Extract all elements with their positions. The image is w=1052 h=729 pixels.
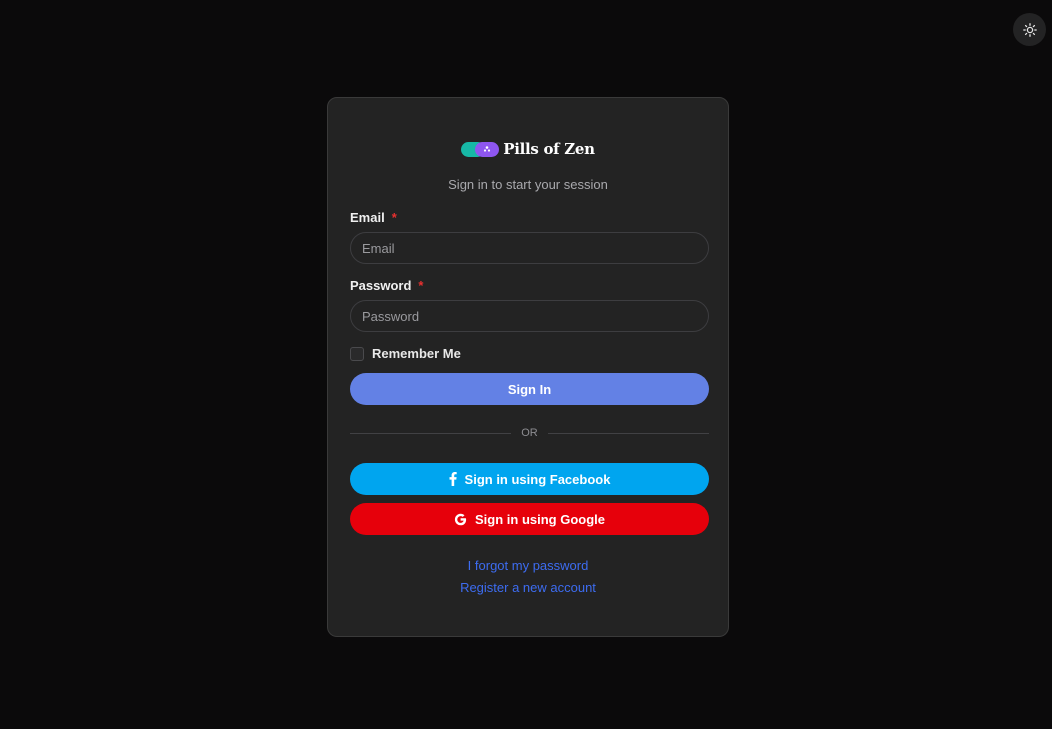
password-label-text: Password	[350, 278, 412, 293]
facebook-signin-label: Sign in using Facebook	[464, 471, 611, 487]
email-required-marker: *	[391, 210, 397, 225]
pills-logo-icon	[461, 141, 500, 157]
facebook-icon	[449, 472, 457, 486]
theme-toggle-button[interactable]	[1013, 13, 1046, 46]
divider-text: OR	[521, 427, 538, 439]
sign-in-label: Sign In	[507, 381, 552, 397]
brand-logo: Pills of Zen	[328, 140, 728, 158]
forgot-password-link[interactable]: I forgot my password	[328, 558, 728, 573]
or-divider: OR	[350, 427, 709, 439]
remember-me-checkbox[interactable]	[350, 346, 364, 361]
password-input[interactable]	[350, 300, 709, 332]
register-link[interactable]: Register a new account	[328, 580, 728, 595]
login-card: Pills of Zen Sign in to start your sessi…	[327, 97, 729, 637]
sign-in-button[interactable]: Sign In	[350, 373, 709, 405]
google-icon	[454, 513, 467, 525]
email-label-text: Email	[350, 210, 385, 225]
google-signin-label: Sign in using Google	[475, 511, 605, 527]
google-signin-button[interactable]: Sign in using Google	[350, 503, 709, 535]
password-required-marker: *	[418, 278, 424, 293]
email-label: Email *	[350, 210, 397, 225]
divider-line-left	[350, 432, 512, 434]
brand-name: Pills of Zen	[503, 140, 595, 158]
divider-line-right	[547, 432, 709, 434]
sun-icon	[1022, 22, 1037, 37]
facebook-signin-button[interactable]: Sign in using Facebook	[350, 463, 709, 495]
login-subtitle: Sign in to start your session	[448, 177, 608, 192]
email-input[interactable]	[350, 232, 709, 264]
remember-me: Remember Me	[350, 346, 461, 361]
remember-me-label[interactable]: Remember Me	[372, 346, 461, 361]
password-label: Password *	[350, 278, 423, 293]
